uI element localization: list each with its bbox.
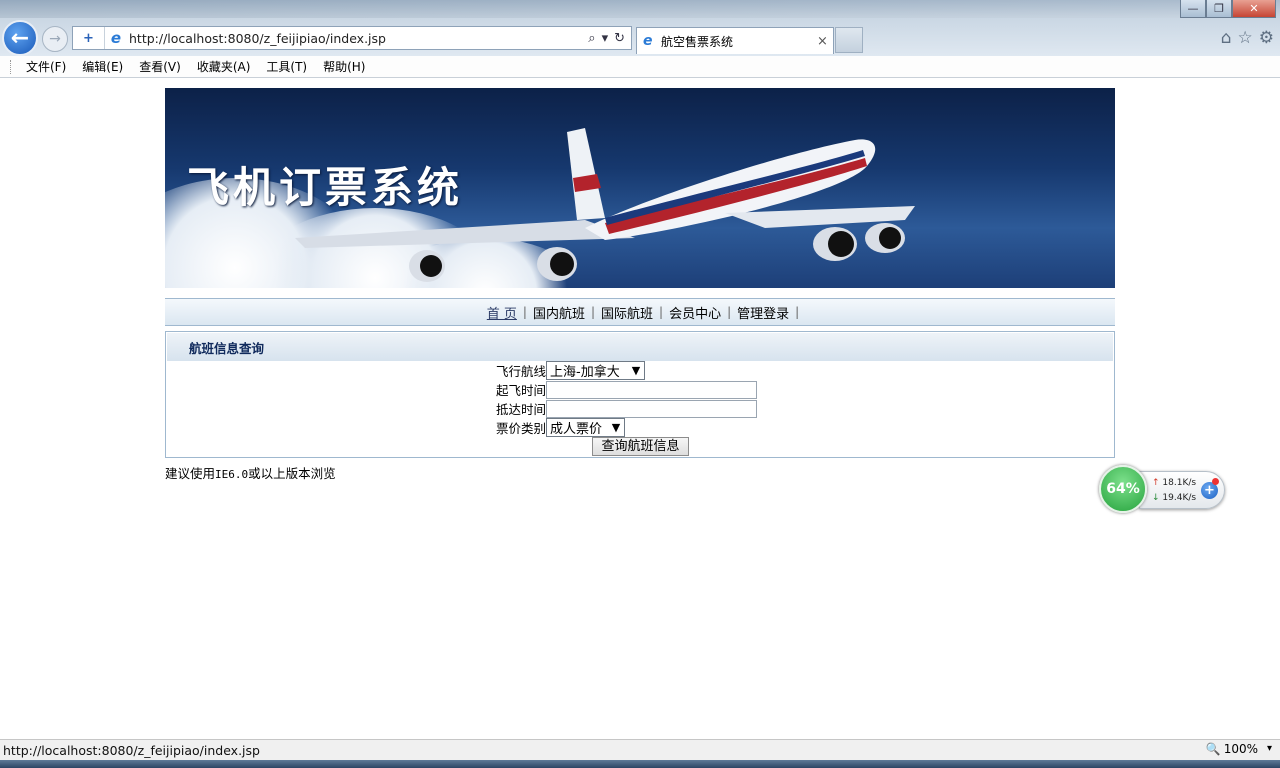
menubar-grip: [10, 59, 14, 74]
forward-arrow-icon: →: [49, 31, 61, 47]
form-row-depart: 起飞时间: [496, 380, 757, 399]
home-icon[interactable]: ⌂: [1221, 28, 1232, 48]
form-row-fare: 票价类别 成人票价 ▼: [496, 418, 757, 437]
note-suffix: 或以上版本浏览: [248, 466, 336, 481]
menu-edit[interactable]: 编辑(E): [74, 58, 131, 75]
address-url[interactable]: http://localhost:8080/z_feijipiao/index.…: [127, 31, 588, 46]
browser-right-icons: ⌂ ☆ ⚙: [1221, 28, 1274, 48]
nav-link-domestic[interactable]: 国内航班: [527, 303, 591, 322]
route-label: 飞行航线: [496, 364, 547, 379]
windows-taskbar: [0, 760, 1280, 768]
nav-link-home[interactable]: 首 页: [481, 303, 523, 322]
form-row-arrive: 抵达时间: [496, 399, 757, 418]
menu-file[interactable]: 文件(F): [18, 58, 74, 75]
flight-search-panel: 航班信息查询 飞行航线 上海-加拿大 ▼ 起飞时间 抵达时间 票价类别 成人票价…: [165, 331, 1115, 458]
upload-speed: 18.1K/s: [1162, 478, 1197, 488]
upload-arrow-icon: ↑: [1152, 478, 1160, 488]
download-arrow-icon: ↓: [1152, 493, 1160, 503]
main-nav: 首 页 | 国内航班 | 国际航班 | 会员中心 | 管理登录 |: [165, 298, 1115, 326]
menu-favorites[interactable]: 收藏夹(A): [189, 58, 259, 75]
nav-link-admin-login[interactable]: 管理登录: [731, 303, 795, 322]
address-dropdown-icon[interactable]: ▾: [602, 31, 609, 46]
zoom-level: 100%: [1223, 742, 1258, 756]
menu-bar: 文件(F) 编辑(E) 查看(V) 收藏夹(A) 工具(T) 帮助(H): [0, 56, 1280, 78]
panel-header: 航班信息查询: [167, 333, 1113, 361]
menu-view[interactable]: 查看(V): [131, 58, 189, 75]
form-row-route: 飞行航线 上海-加拿大 ▼: [496, 361, 757, 380]
arrive-time-input[interactable]: [546, 399, 757, 418]
note-prefix: 建议使用: [165, 466, 216, 481]
download-speed: 19.4K/s: [1162, 493, 1197, 503]
new-tab-button[interactable]: [835, 27, 863, 53]
tab-title: 航空售票系统: [661, 34, 734, 49]
ie-logo-icon: e: [110, 29, 122, 47]
net-down-row: ↓ 19.4K/s: [1152, 493, 1196, 503]
panel-title: 航班信息查询: [189, 340, 265, 356]
fare-label: 票价类别: [496, 421, 547, 436]
menu-tools[interactable]: 工具(T): [258, 58, 315, 75]
compatibility-view-icon[interactable]: +: [73, 27, 105, 49]
banner-title: 飞机订票系统: [187, 163, 464, 212]
tools-gear-icon[interactable]: ⚙: [1259, 28, 1274, 48]
note-version: IE6.0: [215, 468, 249, 481]
search-icon[interactable]: ⌕: [588, 31, 595, 46]
chevron-down-icon: ▼: [631, 364, 641, 377]
titlebar-background: [0, 0, 1280, 18]
browser-recommendation: 建议使用IE6.0或以上版本浏览: [165, 463, 336, 482]
browser-tab-active[interactable]: e 航空售票系统 ×: [636, 27, 834, 54]
zoom-dropdown-icon[interactable]: ▾: [1267, 743, 1272, 754]
minimize-button[interactable]: —: [1180, 0, 1206, 18]
nav-link-member[interactable]: 会员中心: [663, 303, 727, 322]
address-bar[interactable]: + e http://localhost:8080/z_feijipiao/in…: [72, 26, 632, 50]
maximize-button[interactable]: ❐: [1206, 0, 1232, 18]
fare-selected-value: 成人票价: [550, 422, 603, 437]
browser-titlebar: — ❐ ✕ ← → + e http://localhost:8080/z_fe…: [0, 0, 1280, 56]
tab-close-icon[interactable]: ×: [817, 34, 833, 49]
window-controls: — ❐ ✕: [1180, 0, 1276, 18]
page-content: 飞机订票系统 首 页 | 国内航班 | 国际航班 | 会员中心 | 管理登录 |…: [0, 79, 1280, 739]
depart-time-input[interactable]: [546, 380, 757, 399]
status-url: http://localhost:8080/z_feijipiao/index.…: [3, 742, 260, 758]
back-button[interactable]: ←: [2, 20, 38, 56]
nav-separator: |: [795, 305, 800, 319]
zoom-control[interactable]: 🔍 100%: [1206, 742, 1258, 756]
route-selected-value: 上海-加拿大: [550, 365, 620, 380]
network-speed-widget[interactable]: ↑ 18.1K/s ↓ 19.4K/s + 64%: [1099, 465, 1229, 515]
address-tools: ⌕ ▾ ↻: [588, 31, 631, 46]
header-banner: 飞机订票系统: [165, 88, 1115, 288]
favorites-star-icon[interactable]: ☆: [1238, 28, 1253, 48]
menu-help[interactable]: 帮助(H): [315, 58, 373, 75]
nav-link-international[interactable]: 国际航班: [595, 303, 659, 322]
back-arrow-icon: ←: [10, 25, 30, 51]
zoom-magnifier-icon: 🔍: [1205, 742, 1221, 756]
notification-dot: [1212, 478, 1219, 485]
status-bar: http://localhost:8080/z_feijipiao/index.…: [0, 739, 1280, 760]
memory-usage-circle[interactable]: 64%: [1099, 465, 1147, 513]
flight-search-form: 飞行航线 上海-加拿大 ▼ 起飞时间 抵达时间 票价类别 成人票价 ▼: [496, 361, 757, 437]
memory-usage-percent: 64%: [1106, 481, 1140, 497]
route-select[interactable]: 上海-加拿大 ▼: [546, 361, 645, 380]
tab-favicon-icon: e: [643, 33, 653, 49]
close-button[interactable]: ✕: [1232, 0, 1276, 18]
forward-button[interactable]: →: [42, 26, 68, 52]
arrive-label: 抵达时间: [496, 402, 547, 417]
net-up-row: ↑ 18.1K/s: [1152, 478, 1196, 488]
depart-label: 起飞时间: [496, 383, 547, 398]
net-speed-pill: ↑ 18.1K/s ↓ 19.4K/s +: [1139, 471, 1225, 509]
chevron-down-icon: ▼: [611, 421, 621, 434]
fare-type-select[interactable]: 成人票价 ▼: [546, 418, 625, 437]
refresh-icon[interactable]: ↻: [614, 31, 625, 46]
search-flights-button[interactable]: 查询航班信息: [592, 437, 689, 456]
